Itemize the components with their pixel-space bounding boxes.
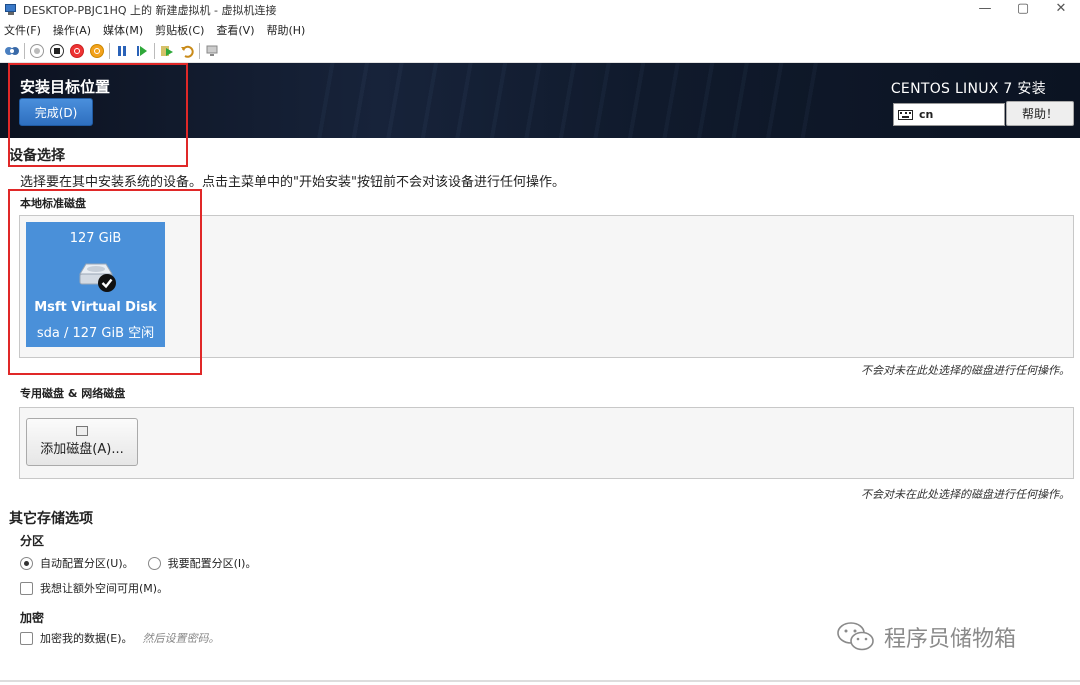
menu-file[interactable]: 文件(F): [4, 22, 41, 38]
keyboard-layout-label: cn: [919, 108, 934, 121]
help-button[interactable]: 帮助！: [1006, 101, 1074, 126]
minimize-button[interactable]: —: [966, 0, 1004, 20]
menu-action[interactable]: 操作(A): [53, 22, 91, 38]
encrypt-label[interactable]: 加密我的数据(E)。: [40, 630, 133, 646]
partition-title: 分区: [20, 534, 45, 548]
special-disks-note: 不会对未在此处选择的磁盘进行任何操作。: [861, 488, 1070, 501]
window-controls: — ▢ ✕: [966, 0, 1080, 20]
encrypt-hint: 然后设置密码。: [142, 632, 220, 645]
vm-toolbar: [0, 39, 1080, 63]
partition-options: 自动配置分区(U)。 我要配置分区(I)。: [20, 555, 256, 571]
checkpoint-icon[interactable]: [159, 43, 175, 59]
menu-help[interactable]: 帮助(H): [266, 22, 305, 38]
add-disk-icon: [76, 426, 88, 436]
menu-clipboard[interactable]: 剪贴板(C): [155, 22, 204, 38]
toolbar-separator: [154, 42, 155, 59]
power-icon[interactable]: [89, 43, 105, 59]
highlight-box-disk: [8, 189, 202, 375]
encrypt-checkbox[interactable]: [20, 631, 33, 645]
watermark-text: 程序员储物箱: [884, 627, 1017, 652]
turn-off-icon[interactable]: [49, 43, 65, 59]
close-button[interactable]: ✕: [1042, 0, 1080, 20]
revert-icon[interactable]: [179, 43, 195, 59]
menu-media[interactable]: 媒体(M): [103, 22, 143, 38]
toolbar-separator: [24, 42, 25, 59]
resume-icon[interactable]: [134, 43, 150, 59]
menu-bar: 文件(F) 操作(A) 媒体(M) 剪贴板(C) 查看(V) 帮助(H): [0, 20, 1080, 39]
menu-view[interactable]: 查看(V): [216, 22, 254, 38]
add-disk-button[interactable]: 添加磁盘(A)...: [26, 418, 138, 466]
device-selection-description: 选择要在其中安装系统的设备。点击主菜单中的"开始安装"按钮前不会对该设备进行任何…: [20, 175, 565, 190]
maximize-button[interactable]: ▢: [1004, 0, 1042, 20]
product-title: CENTOS LINUX 7 安装: [890, 81, 1046, 97]
wechat-icon: [837, 622, 874, 651]
toolbar-separator: [199, 42, 200, 59]
encryption-title: 加密: [20, 611, 45, 625]
local-disks-note: 不会对未在此处选择的磁盘进行任何操作。: [861, 364, 1070, 377]
keyboard-icon: [898, 109, 913, 120]
start-icon[interactable]: [29, 43, 45, 59]
other-storage-title: 其它存储选项: [9, 511, 93, 527]
shutdown-icon[interactable]: [69, 43, 85, 59]
enhanced-session-icon[interactable]: [204, 43, 220, 59]
auto-partition-radio[interactable]: [20, 556, 33, 570]
extra-space-label[interactable]: 我想让额外空间可用(M)。: [40, 580, 168, 596]
ctrl-alt-del-icon[interactable]: [4, 43, 20, 59]
pause-icon[interactable]: [114, 43, 130, 59]
extra-space-option: 我想让额外空间可用(M)。: [20, 580, 168, 596]
window-titlebar: DESKTOP-PBJC1HQ 上的 新建虚拟机 - 虚拟机连接 — ▢ ✕: [0, 0, 1080, 20]
keyboard-layout-indicator[interactable]: cn: [893, 103, 1005, 126]
auto-partition-label[interactable]: 自动配置分区(U)。: [40, 555, 134, 571]
highlight-box-header: [8, 63, 188, 167]
special-disks-panel: [19, 407, 1074, 479]
manual-partition-radio[interactable]: [147, 556, 161, 570]
extra-space-checkbox[interactable]: [20, 581, 33, 595]
toolbar-separator: [109, 42, 110, 59]
add-disk-label: 添加磁盘(A)...: [40, 442, 124, 457]
manual-partition-label[interactable]: 我要配置分区(I)。: [168, 555, 257, 571]
vm-connection-icon: [4, 4, 18, 16]
special-disks-title: 专用磁盘 & 网络磁盘: [20, 387, 126, 400]
encrypt-option: 加密我的数据(E)。 然后设置密码。: [20, 630, 220, 646]
window-title: DESKTOP-PBJC1HQ 上的 新建虚拟机 - 虚拟机连接: [23, 4, 277, 17]
bottom-divider: [0, 680, 1080, 682]
watermark: 程序员储物箱: [836, 620, 1016, 654]
